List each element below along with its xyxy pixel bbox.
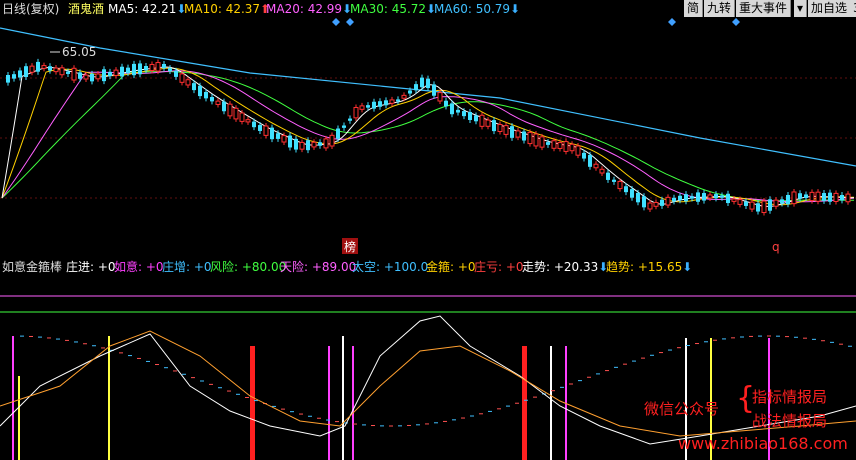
item-ruyi: 如意: +0 — [114, 260, 164, 274]
signal-bar — [352, 346, 354, 460]
event-diamond-icon — [668, 18, 676, 26]
ma30-label: MA30: 45.72⬇ — [350, 2, 437, 16]
item-taikong: 太空: +100.0 — [352, 260, 429, 274]
event-diamond-icon — [732, 18, 740, 26]
signal-bar — [522, 346, 527, 460]
event-diamond-icon — [332, 18, 340, 26]
watermark-line-a: 指标情报局 — [752, 388, 828, 406]
add-watchlist-button[interactable]: 加自选 — [808, 0, 852, 17]
event-diamond-icon — [346, 18, 354, 26]
down-arrow-icon: ⬇ — [510, 2, 521, 16]
ma60-label: MA60: 50.79⬇ — [434, 2, 521, 16]
signal-bar — [12, 336, 14, 460]
dropdown-icon[interactable]: ▾ — [794, 0, 808, 17]
down-arrow-icon: ⬇ — [682, 260, 693, 274]
item-qushi: 趋势: +15.65⬇ — [606, 260, 693, 274]
watermark-url: www.zhibiao168.com — [678, 434, 848, 453]
signal-bar — [18, 376, 20, 460]
more-button[interactable]: 3 — [850, 0, 856, 17]
signal-bar — [250, 346, 255, 460]
ma60-line — [0, 27, 856, 167]
major-events-button[interactable]: 重大事件 — [736, 0, 792, 17]
period-label[interactable]: 日线(复权) — [2, 0, 59, 18]
item-fengxian: 风险: +80.00 — [210, 260, 287, 274]
indicator-name[interactable]: 如意金箍棒 — [2, 258, 62, 276]
signal-bar — [342, 336, 344, 460]
indicator-header-bar: 如意金箍棒 庄进: +0 如意: +0 庄增: +0 风险: +80.00 天险… — [0, 258, 856, 276]
signal-bar — [550, 346, 552, 460]
signal-bar — [108, 336, 110, 460]
item-zoushi: 走势: +20.33⬇ — [522, 260, 609, 274]
item-zhuangzeng: 庄增: +0 — [162, 260, 212, 274]
ma20-label: MA20: 42.99⬇ — [266, 2, 353, 16]
price-header-bar: 日线(复权) 酒鬼酒 MA5: 42.21⬇ MA10: 42.37⬆ MA20… — [0, 0, 856, 18]
ma5-label: MA5: 42.21⬇ — [108, 2, 187, 16]
simplified-button[interactable]: 简 — [684, 0, 704, 17]
qushi-line — [0, 330, 856, 437]
item-zhuangjin: 庄进: +0 — [66, 260, 116, 274]
ma10-label: MA10: 42.37⬆ — [184, 2, 271, 16]
watermark-wechat: 微信公众号 — [644, 400, 720, 418]
item-jingu: 金箍: +0 — [426, 260, 476, 274]
bang-marker[interactable]: 榜 — [344, 239, 356, 254]
zoushi-line — [0, 315, 856, 445]
q-marker[interactable]: q — [772, 240, 780, 254]
indicator-chart[interactable] — [0, 276, 856, 460]
item-tianxian: 天险: +89.00 — [280, 260, 357, 274]
signal-bar — [328, 346, 330, 460]
jiuzhuan-button[interactable]: 九转 — [704, 0, 736, 17]
candlestick-chart[interactable]: 65.05 榜 q — [0, 18, 856, 258]
item-zhuangkui: 庄亏: +0 — [474, 260, 524, 274]
high-price-label: 65.05 — [62, 45, 96, 59]
stock-name: 酒鬼酒 — [68, 2, 105, 16]
watermark-line-b: 战法情报局 — [752, 412, 828, 430]
